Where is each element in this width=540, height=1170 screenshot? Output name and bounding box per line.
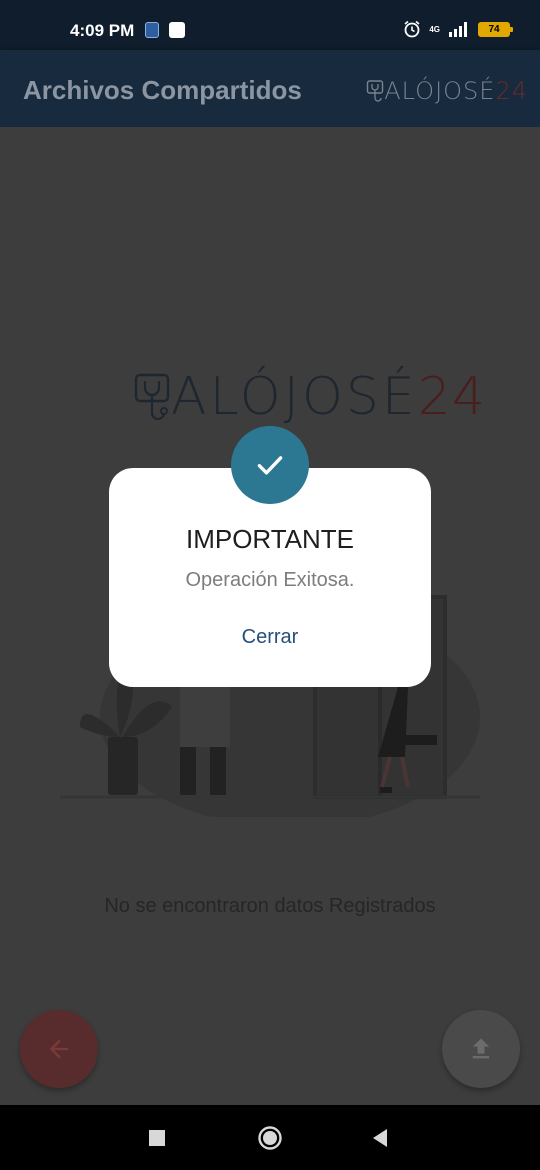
upload-fab-button[interactable] <box>442 1010 520 1088</box>
stethoscope-icon <box>367 80 384 102</box>
network-type: 4G <box>429 24 440 34</box>
back-button[interactable] <box>350 1105 410 1170</box>
status-time: 4:09 PM <box>70 21 135 40</box>
home-icon <box>258 1125 282 1150</box>
recents-button[interactable] <box>127 1105 187 1170</box>
center-logo-text: ALÓJOSÉ <box>171 367 418 427</box>
arrow-back-icon <box>49 1039 69 1059</box>
center-logo-number: 24 <box>417 367 486 427</box>
status-icons: 4G 74 <box>403 20 513 38</box>
brand-logo: ALÓJOSÉ 24 <box>366 76 528 106</box>
back-fab-button[interactable] <box>20 1010 98 1088</box>
browser-app-icon <box>169 22 185 38</box>
page-title: Archivos Compartidos <box>23 75 302 105</box>
alarm-icon <box>404 20 420 38</box>
stethoscope-icon <box>134 373 170 421</box>
signal-icon <box>449 22 467 37</box>
battery-icon: 74 <box>478 21 513 37</box>
dialog-title: IMPORTANTE <box>185 524 355 554</box>
upload-icon <box>472 1038 490 1059</box>
home-button[interactable] <box>240 1105 300 1170</box>
status-bar: 4:09 PM 4G 74 <box>0 0 540 50</box>
sim-app-icon <box>145 22 159 38</box>
center-logo: ALÓJOSÉ 24 <box>133 367 486 427</box>
recents-icon <box>149 1129 165 1146</box>
close-button[interactable]: Cerrar <box>220 626 320 649</box>
check-icon <box>257 456 283 475</box>
dialog-message: Operación Exitosa. <box>185 569 355 591</box>
success-badge <box>231 426 309 504</box>
empty-state-message: No se encontraron datos Registrados <box>104 895 436 917</box>
system-nav-bar <box>0 1105 540 1170</box>
logo-number: 24 <box>495 77 528 105</box>
app-bar: Archivos Compartidos ALÓJOSÉ 24 <box>0 50 540 127</box>
logo-text: ALÓJOSÉ <box>384 77 496 105</box>
back-icon <box>373 1128 387 1147</box>
